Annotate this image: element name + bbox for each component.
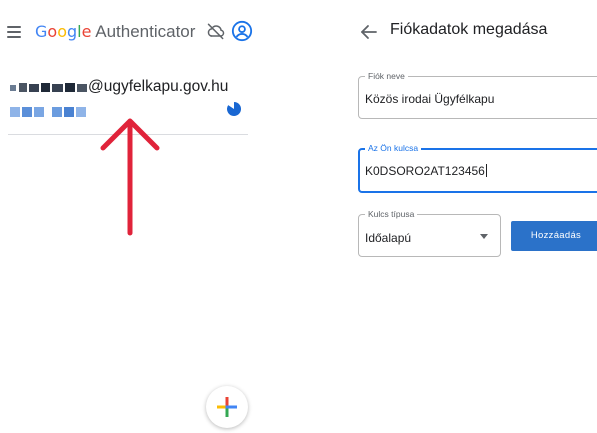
text-cursor xyxy=(485,164,487,177)
red-up-arrow-annotation xyxy=(100,118,160,236)
cloud-off-icon[interactable] xyxy=(205,21,227,41)
account-email: @ugyfelkapu.gov.hu xyxy=(10,78,228,96)
account-name-field[interactable]: Fiók neve Közös irodai Ügyfélkapu xyxy=(358,71,597,119)
masked-username xyxy=(10,82,87,92)
app-title-text: Authenticator xyxy=(95,22,196,41)
dropdown-arrow-icon xyxy=(480,234,488,239)
add-plus-icon xyxy=(217,397,237,417)
add-button[interactable]: Hozzáadás xyxy=(511,221,597,251)
account-name-value: Közös irodai Ügyfélkapu xyxy=(365,92,495,106)
secret-key-value-wrap: K0DSORO2AT123456 xyxy=(365,164,487,178)
page-title: Fiókadatok megadása xyxy=(390,21,548,38)
key-type-value: Időalapú xyxy=(365,231,412,245)
account-circle-icon[interactable] xyxy=(231,20,253,42)
email-domain: @ugyfelkapu.gov.hu xyxy=(88,78,229,95)
countdown-pie-icon xyxy=(227,101,242,116)
arrow-back-icon[interactable] xyxy=(360,24,378,40)
account-name-label: Fiók neve xyxy=(365,71,408,81)
hamburger-icon[interactable] xyxy=(7,26,21,38)
key-type-select[interactable]: Kulcs típusa Időalapú xyxy=(358,209,501,257)
google-logo: Google xyxy=(35,22,92,41)
secret-key-label: Az Ön kulcsa xyxy=(365,143,422,153)
add-account-fab[interactable] xyxy=(206,386,248,428)
masked-otp-code xyxy=(10,107,86,117)
app-title: Google Authenticator xyxy=(35,21,195,43)
key-type-label: Kulcs típusa xyxy=(365,209,418,219)
secret-key-value: K0DSORO2AT123456 xyxy=(365,164,485,178)
secret-key-field[interactable]: Az Ön kulcsa K0DSORO2AT123456 xyxy=(358,143,597,193)
